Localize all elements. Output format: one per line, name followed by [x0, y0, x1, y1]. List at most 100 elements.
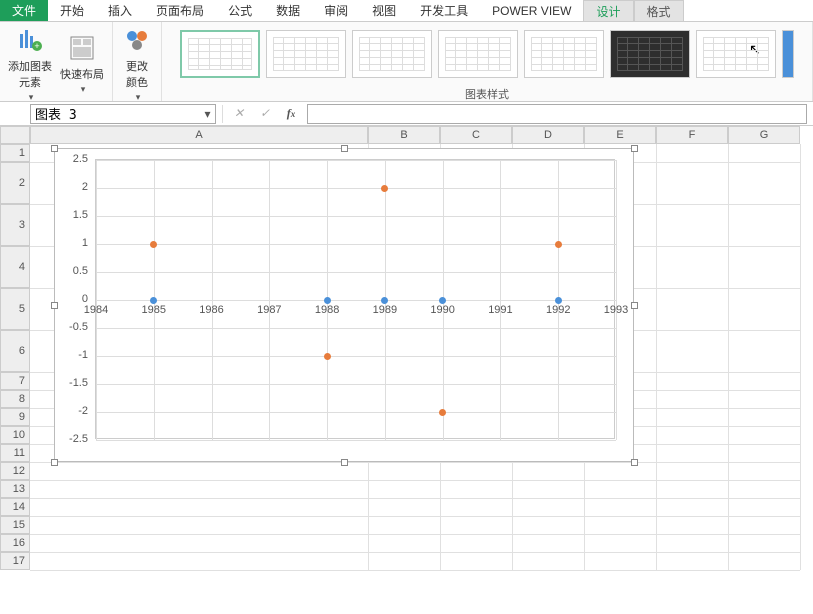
col-header-B[interactable]: B [368, 126, 440, 144]
add-chart-element-label: 添加图表 元素 [8, 58, 52, 90]
tab-powerview[interactable]: POWER VIEW [480, 0, 583, 21]
formula-bar[interactable] [307, 104, 807, 124]
tab-review[interactable]: 审阅 [312, 0, 360, 21]
name-box[interactable]: ▾ [30, 104, 216, 124]
chart-resize-handle[interactable] [51, 302, 58, 309]
group-change-colors: 更改 颜色 ▾ [113, 22, 162, 101]
chart-point[interactable] [324, 353, 331, 360]
tab-formula[interactable]: 公式 [216, 0, 264, 21]
col-header-G[interactable]: G [728, 126, 800, 144]
chevron-down-icon: ▾ [29, 92, 34, 103]
chart-resize-handle[interactable] [51, 145, 58, 152]
row-header-2[interactable]: 2 [0, 162, 30, 204]
divider [222, 105, 223, 123]
chart-resize-handle[interactable] [631, 145, 638, 152]
col-header-F[interactable]: F [656, 126, 728, 144]
y-tick-label: 1.5 [58, 209, 88, 221]
cells-area[interactable]: -2.5-2-1.5-1-0.500.511.522.5198419851986… [30, 144, 813, 614]
y-tick-label: 2 [58, 181, 88, 193]
tab-home[interactable]: 开始 [48, 0, 96, 21]
chart-point[interactable] [439, 409, 446, 416]
chart-style-6[interactable] [610, 30, 690, 78]
row-header-17[interactable]: 17 [0, 552, 30, 570]
row-header-11[interactable]: 11 [0, 444, 30, 462]
row-header-6[interactable]: 6 [0, 330, 30, 372]
chart-resize-handle[interactable] [341, 145, 348, 152]
x-tick-label: 1985 [139, 304, 169, 316]
change-colors-button[interactable]: 更改 颜色 ▾ [121, 24, 153, 103]
chart-point[interactable] [555, 297, 562, 304]
tab-format[interactable]: 格式 [634, 0, 684, 21]
row-header-8[interactable]: 8 [0, 390, 30, 408]
ribbon: + 添加图表 元素 ▾ 快速布局 ▾ 图表布局 更改 颜色 ▾ [0, 22, 813, 102]
col-header-C[interactable]: C [440, 126, 512, 144]
embedded-chart[interactable]: -2.5-2-1.5-1-0.500.511.522.5198419851986… [54, 148, 634, 462]
y-tick-label: -2.5 [58, 433, 88, 445]
row-header-12[interactable]: 12 [0, 462, 30, 480]
accept-formula-button[interactable]: ✓ [255, 106, 275, 121]
row-header-13[interactable]: 13 [0, 480, 30, 498]
chart-point[interactable] [324, 297, 331, 304]
y-tick-label: 2.5 [58, 153, 88, 165]
tab-file[interactable]: 文件 [0, 0, 48, 21]
row-header-7[interactable]: 7 [0, 372, 30, 390]
menu-tabs: 文件 开始 插入 页面布局 公式 数据 审阅 视图 开发工具 POWER VIE… [0, 0, 813, 22]
col-header-E[interactable]: E [584, 126, 656, 144]
chart-style-5[interactable] [524, 30, 604, 78]
fx-button[interactable]: fx [281, 106, 301, 121]
group-chart-layout: + 添加图表 元素 ▾ 快速布局 ▾ 图表布局 [0, 22, 113, 101]
name-box-dropdown[interactable]: ▾ [204, 107, 211, 121]
chart-resize-handle[interactable] [631, 459, 638, 466]
row-header-5[interactable]: 5 [0, 288, 30, 330]
name-box-input[interactable] [35, 106, 204, 121]
chart-style-3[interactable] [352, 30, 432, 78]
tab-devtools[interactable]: 开发工具 [408, 0, 480, 21]
row-header-10[interactable]: 10 [0, 426, 30, 444]
chart-point[interactable] [381, 185, 388, 192]
col-header-D[interactable]: D [512, 126, 584, 144]
chart-point[interactable] [555, 241, 562, 248]
chart-point[interactable] [381, 297, 388, 304]
row-header-1[interactable]: 1 [0, 144, 30, 162]
y-tick-label: 1 [58, 237, 88, 249]
row-headers: 1234567891011121314151617 [0, 144, 30, 570]
row-header-3[interactable]: 3 [0, 204, 30, 246]
chart-resize-handle[interactable] [51, 459, 58, 466]
quick-layout-button[interactable]: 快速布局 ▾ [60, 32, 104, 95]
chart-point[interactable] [439, 297, 446, 304]
y-tick-label: -1 [58, 349, 88, 361]
group-label-styles: 图表样式 [465, 84, 509, 104]
tab-design[interactable]: 设计 [583, 0, 633, 21]
tab-view[interactable]: 视图 [360, 0, 408, 21]
chart-resize-handle[interactable] [341, 459, 348, 466]
chart-point[interactable] [150, 297, 157, 304]
quick-layout-icon [66, 32, 98, 64]
cancel-formula-button[interactable]: ✕ [229, 106, 249, 121]
change-colors-label: 更改 颜色 [126, 58, 148, 90]
row-header-14[interactable]: 14 [0, 498, 30, 516]
chart-style-1[interactable] [180, 30, 260, 78]
row-header-9[interactable]: 9 [0, 408, 30, 426]
add-chart-element-button[interactable]: + 添加图表 元素 ▾ [8, 24, 52, 103]
select-all-corner[interactable] [0, 126, 30, 144]
chart-style-2[interactable] [266, 30, 346, 78]
chart-style-4[interactable] [438, 30, 518, 78]
row-header-4[interactable]: 4 [0, 246, 30, 288]
tab-pagelayout[interactable]: 页面布局 [144, 0, 216, 21]
chart-plot-area[interactable]: -2.5-2-1.5-1-0.500.511.522.5198419851986… [95, 159, 615, 439]
y-tick-label: -2 [58, 405, 88, 417]
x-tick-label: 1993 [601, 304, 631, 316]
chart-style-more[interactable] [782, 30, 794, 78]
tab-insert[interactable]: 插入 [96, 0, 144, 21]
worksheet: ABCDEFG 1234567891011121314151617 -2.5-2… [0, 126, 813, 614]
quick-layout-label: 快速布局 [60, 66, 104, 82]
chart-resize-handle[interactable] [631, 302, 638, 309]
chart-style-7[interactable]: ↖ [696, 30, 776, 78]
svg-text:+: + [34, 41, 39, 51]
tab-data[interactable]: 数据 [264, 0, 312, 21]
y-tick-label: -1.5 [58, 377, 88, 389]
col-header-A[interactable]: A [30, 126, 368, 144]
chart-point[interactable] [150, 241, 157, 248]
row-header-15[interactable]: 15 [0, 516, 30, 534]
row-header-16[interactable]: 16 [0, 534, 30, 552]
